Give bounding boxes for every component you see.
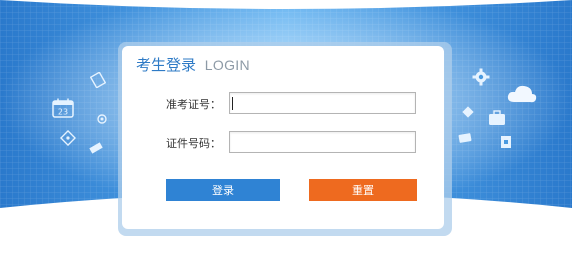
text-caret [232, 97, 233, 110]
compass-icon [59, 129, 77, 150]
exam-id-row: 准考证号： [122, 92, 444, 116]
panel-title: 考生登录 LOGIN [136, 56, 250, 74]
notepad-icon [500, 134, 512, 153]
login-panel: 考生登录 LOGIN 准考证号： 证件号码： 登录 重置 [122, 46, 444, 229]
id-number-label: 证件号码： [166, 137, 221, 150]
panel-title-cn: 考生登录 [136, 56, 197, 74]
calendar-day: 23 [58, 108, 68, 117]
login-button[interactable]: 登录 [166, 179, 280, 201]
gear-small-icon [96, 110, 108, 129]
briefcase-icon [488, 110, 506, 130]
reset-button[interactable]: 重置 [309, 179, 417, 201]
gear-icon [472, 68, 490, 90]
id-number-input[interactable] [229, 131, 416, 153]
panel-title-en: LOGIN [204, 57, 250, 73]
exam-id-input[interactable] [229, 92, 416, 114]
diamond-icon [461, 104, 475, 123]
exam-id-label: 准考证号： [166, 98, 221, 111]
calendar-icon: 23 [52, 98, 74, 122]
cloud-icon [506, 82, 538, 110]
id-number-row: 证件号码： [122, 131, 444, 155]
badge-icon [458, 128, 472, 147]
pencil-icon [88, 140, 104, 159]
notebook-icon [89, 71, 107, 92]
